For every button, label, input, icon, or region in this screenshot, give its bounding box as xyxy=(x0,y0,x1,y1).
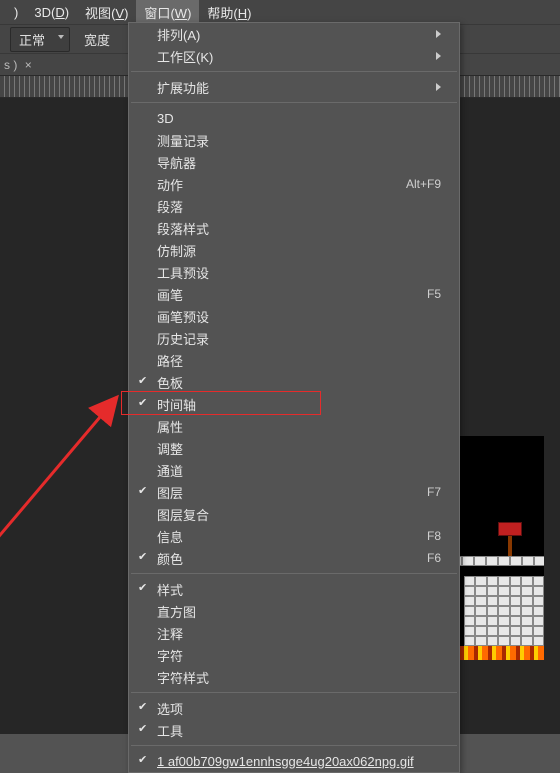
submenu-arrow-icon xyxy=(436,30,441,38)
menubar-label: 窗口 xyxy=(144,6,170,21)
menu-item-label: 路径 xyxy=(157,351,441,370)
menu-item[interactable]: 字符 xyxy=(129,644,459,666)
menu-item[interactable]: 图层F7 xyxy=(129,481,459,503)
menu-item-label: 选项 xyxy=(157,699,441,718)
menu-item-label: 扩展功能 xyxy=(157,78,436,97)
menu-item-label: 段落 xyxy=(157,197,441,216)
menubar-label: 3D xyxy=(34,5,51,20)
menu-shortcut: Alt+F9 xyxy=(406,177,441,191)
menu-item-label: 通道 xyxy=(157,461,441,480)
menu-item-label: 工具预设 xyxy=(157,263,441,282)
menu-item-label: 时间轴 xyxy=(157,395,441,414)
menu-item[interactable]: 动作Alt+F9 xyxy=(129,173,459,195)
menubar-label: 视图 xyxy=(85,6,111,21)
menu-item[interactable]: 测量记录 xyxy=(129,129,459,151)
menu-item[interactable]: 排列(A) xyxy=(129,23,459,45)
menu-item[interactable]: 历史记录 xyxy=(129,327,459,349)
menu-shortcut: F5 xyxy=(427,287,441,301)
menubar-item[interactable]: 帮助(H) xyxy=(199,0,259,25)
menu-item[interactable]: 路径 xyxy=(129,349,459,371)
menu-item-label: 工具 xyxy=(157,721,441,740)
menu-shortcut: F7 xyxy=(427,485,441,499)
menu-item[interactable]: 图层复合 xyxy=(129,503,459,525)
menu-item[interactable]: 画笔预设 xyxy=(129,305,459,327)
menu-item-label: 直方图 xyxy=(157,602,441,621)
menu-item-label: 导航器 xyxy=(157,153,441,172)
menu-item[interactable]: 仿制源 xyxy=(129,239,459,261)
menu-item[interactable]: 调整 xyxy=(129,437,459,459)
blend-mode-label: 正常 xyxy=(19,33,45,48)
menu-item[interactable]: 样式 xyxy=(129,578,459,600)
menu-item[interactable]: 直方图 xyxy=(129,600,459,622)
menu-item-label: 动作 xyxy=(157,175,406,194)
hammer-icon xyxy=(498,522,522,536)
menubar-item[interactable]: 视图(V) xyxy=(77,0,136,25)
menubar-item[interactable]: ) xyxy=(6,2,26,23)
menu-item[interactable]: 信息F8 xyxy=(129,525,459,547)
menu-separator xyxy=(131,573,457,574)
submenu-arrow-icon xyxy=(436,52,441,60)
menu-item[interactable]: 画笔F5 xyxy=(129,283,459,305)
menu-item[interactable]: 1 af00b709gw1ennhsgge4ug20ax062npg.gif xyxy=(129,750,459,772)
menu-item[interactable]: 导航器 xyxy=(129,151,459,173)
close-icon[interactable]: × xyxy=(25,58,32,72)
menu-item[interactable]: 色板 xyxy=(129,371,459,393)
menu-item[interactable]: 段落样式 xyxy=(129,217,459,239)
menu-item[interactable]: 工具 xyxy=(129,719,459,741)
menu-item-label: 画笔预设 xyxy=(157,307,441,326)
menu-item[interactable]: 段落 xyxy=(129,195,459,217)
menu-item-label: 测量记录 xyxy=(157,131,441,150)
menu-item[interactable]: 选项 xyxy=(129,697,459,719)
menubar-item[interactable]: 窗口(W) xyxy=(136,0,199,25)
menu-item-label: 段落样式 xyxy=(157,219,441,238)
menu-item[interactable]: 扩展功能 xyxy=(129,76,459,98)
menu-item[interactable]: 注释 xyxy=(129,622,459,644)
menu-item-label: 色板 xyxy=(157,373,441,392)
menu-item[interactable]: 工作区(K) xyxy=(129,45,459,67)
menu-item-label: 字符样式 xyxy=(157,668,441,687)
menu-shortcut: F6 xyxy=(427,551,441,565)
menu-item-label: 属性 xyxy=(157,417,441,436)
menu-item-label: 3D xyxy=(157,111,441,126)
menubar-item[interactable]: 3D(D) xyxy=(26,2,77,23)
menu-item-label: 图层 xyxy=(157,483,427,502)
menu-item[interactable]: 颜色F6 xyxy=(129,547,459,569)
menu-item-label: 历史记录 xyxy=(157,329,441,348)
width-label: 宽度 xyxy=(84,30,110,49)
menu-item[interactable]: 通道 xyxy=(129,459,459,481)
menu-shortcut: F8 xyxy=(427,529,441,543)
menu-item[interactable]: 时间轴 xyxy=(129,393,459,415)
blend-mode-combo[interactable]: 正常 xyxy=(10,27,70,52)
menu-separator xyxy=(131,102,457,103)
menu-item[interactable]: 3D xyxy=(129,107,459,129)
window-menu: 排列(A)工作区(K)扩展功能3D测量记录导航器动作Alt+F9段落段落样式仿制… xyxy=(128,22,460,773)
menu-item[interactable]: 工具预设 xyxy=(129,261,459,283)
menu-item-label: 信息 xyxy=(157,527,427,546)
menu-item-label: 工作区(K) xyxy=(157,47,436,66)
menu-separator xyxy=(131,692,457,693)
menubar: ) 3D(D)视图(V)窗口(W)帮助(H) xyxy=(0,0,560,24)
menu-item-label: 图层复合 xyxy=(157,505,441,524)
document-tab[interactable]: s ) × xyxy=(4,58,32,72)
menu-item-label: 画笔 xyxy=(157,285,427,304)
menu-item-label: 颜色 xyxy=(157,549,427,568)
menu-item[interactable]: 属性 xyxy=(129,415,459,437)
menubar-label: 帮助 xyxy=(207,6,233,21)
document-tab-label: s ) xyxy=(4,58,17,72)
menu-item-label: 仿制源 xyxy=(157,241,441,260)
menu-item-label: 排列(A) xyxy=(157,25,436,44)
menu-item-label: 样式 xyxy=(157,580,441,599)
menu-item-label: 调整 xyxy=(157,439,441,458)
menubar-label: ) xyxy=(14,5,18,20)
menu-item-label: 字符 xyxy=(157,646,441,665)
menu-item-label: 1 af00b709gw1ennhsgge4ug20ax062npg.gif xyxy=(157,754,441,769)
menu-separator xyxy=(131,71,457,72)
menu-separator xyxy=(131,745,457,746)
submenu-arrow-icon xyxy=(436,83,441,91)
menu-item-label: 注释 xyxy=(157,624,441,643)
menu-item[interactable]: 字符样式 xyxy=(129,666,459,688)
